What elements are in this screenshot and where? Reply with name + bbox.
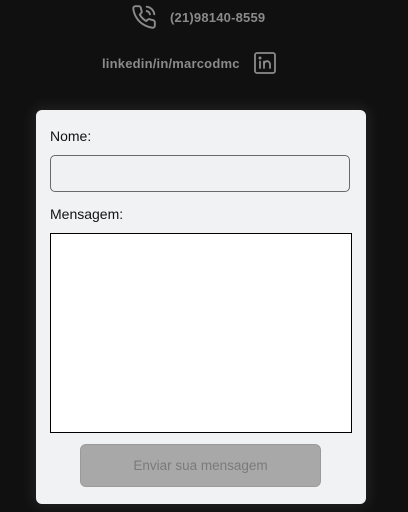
- contact-form: Nome: Mensagem: Enviar sua mensagem: [36, 110, 366, 504]
- phone-number: (21)98140-8559: [170, 9, 266, 25]
- linkedin-icon: [253, 52, 276, 74]
- phone-icon: [132, 5, 156, 29]
- linkedin-contact[interactable]: linkedin/in/marcodmc: [102, 50, 277, 76]
- send-message-button[interactable]: Enviar sua mensagem: [80, 444, 321, 487]
- linkedin-handle: linkedin/in/marcodmc: [102, 55, 240, 71]
- name-label: Nome:: [50, 128, 92, 144]
- name-input[interactable]: [50, 155, 350, 192]
- message-textarea[interactable]: [50, 233, 352, 433]
- message-label: Mensagem:: [50, 206, 124, 222]
- phone-contact[interactable]: (21)98140-8559: [131, 4, 265, 30]
